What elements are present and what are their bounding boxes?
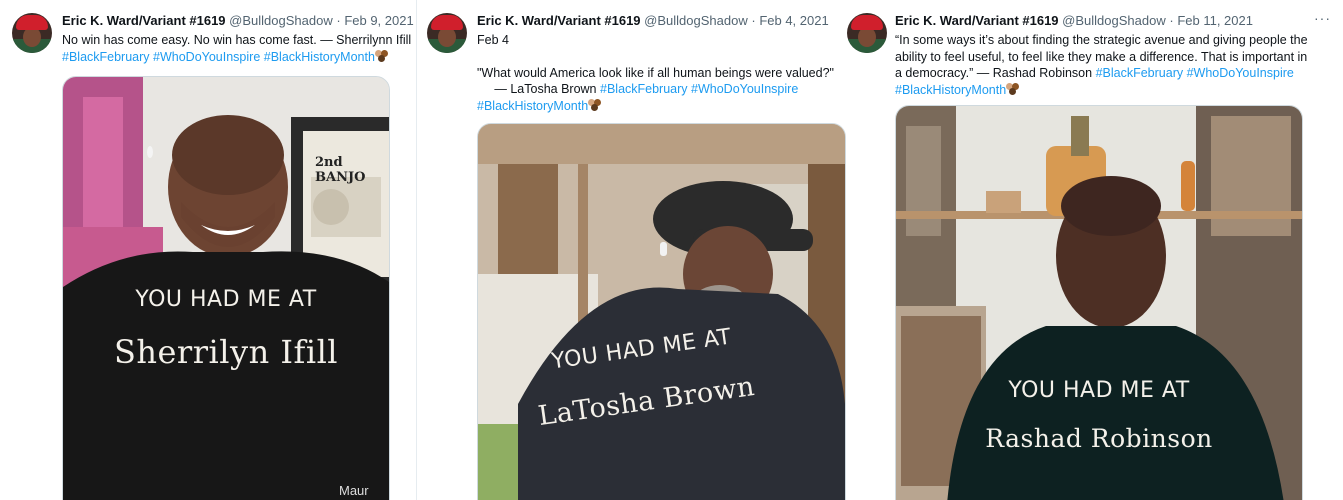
tweet-photo[interactable]: YOU HAD ME AT Sherrilyn Ifill 2nd BANJO … — [62, 76, 390, 500]
hashtag-row: #BlackHistoryMonth — [477, 98, 842, 115]
tweet-text: No win has come easy. No win has come fa… — [62, 32, 412, 65]
tweet-photo[interactable]: YOU HAD ME AT LaTosha Brown — [477, 123, 846, 500]
tweet-date[interactable]: Feb 11, 2021 — [1177, 13, 1253, 28]
tweet-text: “In some ways it’s about finding the str… — [895, 32, 1335, 98]
author-name[interactable]: Eric K. Ward/Variant #1619 — [895, 13, 1059, 28]
hashtag-link[interactable]: #BlackFebruary — [600, 82, 688, 96]
author-handle[interactable]: @BulldogShadow — [1062, 13, 1166, 28]
shirt-text-line2: Rashad Robinson — [985, 424, 1213, 453]
author-avatar[interactable] — [847, 13, 887, 53]
tweet-text-line: “In some ways it’s about finding the str… — [895, 33, 1308, 47]
tweet-text-line: No win has come easy. No win has come fa… — [62, 33, 412, 47]
hashtag-link[interactable]: #BlackHistoryMonth — [264, 50, 375, 64]
author-name[interactable]: Eric K. Ward/Variant #1619 — [477, 13, 641, 28]
tweet-header: Eric K. Ward/Variant #1619 @BulldogShado… — [895, 13, 1253, 28]
hashtag-link[interactable]: #WhoDoYouInspire — [153, 50, 260, 64]
author-handle[interactable]: @BulldogShadow — [229, 13, 333, 28]
author-avatar[interactable] — [427, 13, 467, 53]
tweet-text-line: Feb 4 — [477, 33, 509, 47]
separator-dot: · — [336, 13, 341, 28]
shirt-text-line1: YOU HAD ME AT — [135, 287, 317, 312]
tweet-date[interactable]: Feb 4, 2021 — [759, 13, 828, 28]
tweet-date[interactable]: Feb 9, 2021 — [344, 13, 413, 28]
author-name[interactable]: Eric K. Ward/Variant #1619 — [62, 13, 226, 28]
hashtag-link[interactable]: #BlackFebruary — [1096, 66, 1184, 80]
hashtag-row: #BlackFebruary #WhoDoYouInspire #BlackHi… — [62, 49, 412, 66]
hashtag-link[interactable]: #BlackFebruary — [62, 50, 150, 64]
tweet-header: Eric K. Ward/Variant #1619 @BulldogShado… — [62, 13, 414, 28]
tweet-text-line: — LaTosha Brown #BlackFebruary #WhoDoYou… — [477, 81, 842, 98]
author-avatar[interactable] — [12, 13, 52, 53]
tweet-card-1[interactable]: Eric K. Ward/Variant #1619 @BulldogShado… — [0, 0, 415, 500]
tweet-card-2[interactable]: Eric K. Ward/Variant #1619 @BulldogShado… — [417, 0, 847, 500]
tweet-photo[interactable]: YOU HAD ME AT Rashad Robinson — [895, 105, 1303, 500]
shirt-text-line1: YOU HAD ME AT — [1008, 378, 1190, 403]
tweet-text-line: a democracy.” — Rashad Robinson #BlackFe… — [895, 65, 1335, 82]
hashtag-row: #BlackHistoryMonth — [895, 82, 1335, 99]
photo-illustration — [478, 124, 845, 500]
quote-attribution: — LaTosha Brown — [477, 82, 597, 96]
hashtag-link[interactable]: #WhoDoYouInspire — [1187, 66, 1294, 80]
author-handle[interactable]: @BulldogShadow — [644, 13, 748, 28]
raised-fist-emoji-icon — [1006, 82, 1020, 95]
hashtag-link[interactable]: #WhoDoYouInspire — [691, 82, 798, 96]
hashtag-link[interactable]: #BlackHistoryMonth — [895, 83, 1006, 97]
tweet-header: Eric K. Ward/Variant #1619 @BulldogShado… — [477, 13, 829, 28]
tweet-text: Feb 4 "What would America look like if a… — [477, 32, 842, 114]
separator-dot: · — [751, 13, 756, 28]
hashtag-link[interactable]: #BlackHistoryMonth — [477, 99, 588, 113]
raised-fist-emoji-icon — [374, 49, 389, 62]
tweet-text-line: "What would America look like if all hum… — [477, 65, 834, 80]
tweet-text-line: ability to feel useful, to feel like the… — [895, 49, 1308, 64]
quote-attribution: a democracy.” — Rashad Robinson — [895, 66, 1093, 80]
poster-text: 2nd BANJO — [315, 155, 366, 185]
corner-text: Maur — [339, 483, 369, 498]
more-options-icon[interactable]: ··· — [1314, 10, 1331, 26]
tweet-card-3[interactable]: Eric K. Ward/Variant #1619 @BulldogShado… — [847, 0, 1343, 500]
raised-fist-emoji-icon — [588, 98, 602, 111]
shirt-text-line2: Sherrilyn Ifill — [113, 333, 339, 371]
separator-dot: · — [1169, 13, 1174, 28]
